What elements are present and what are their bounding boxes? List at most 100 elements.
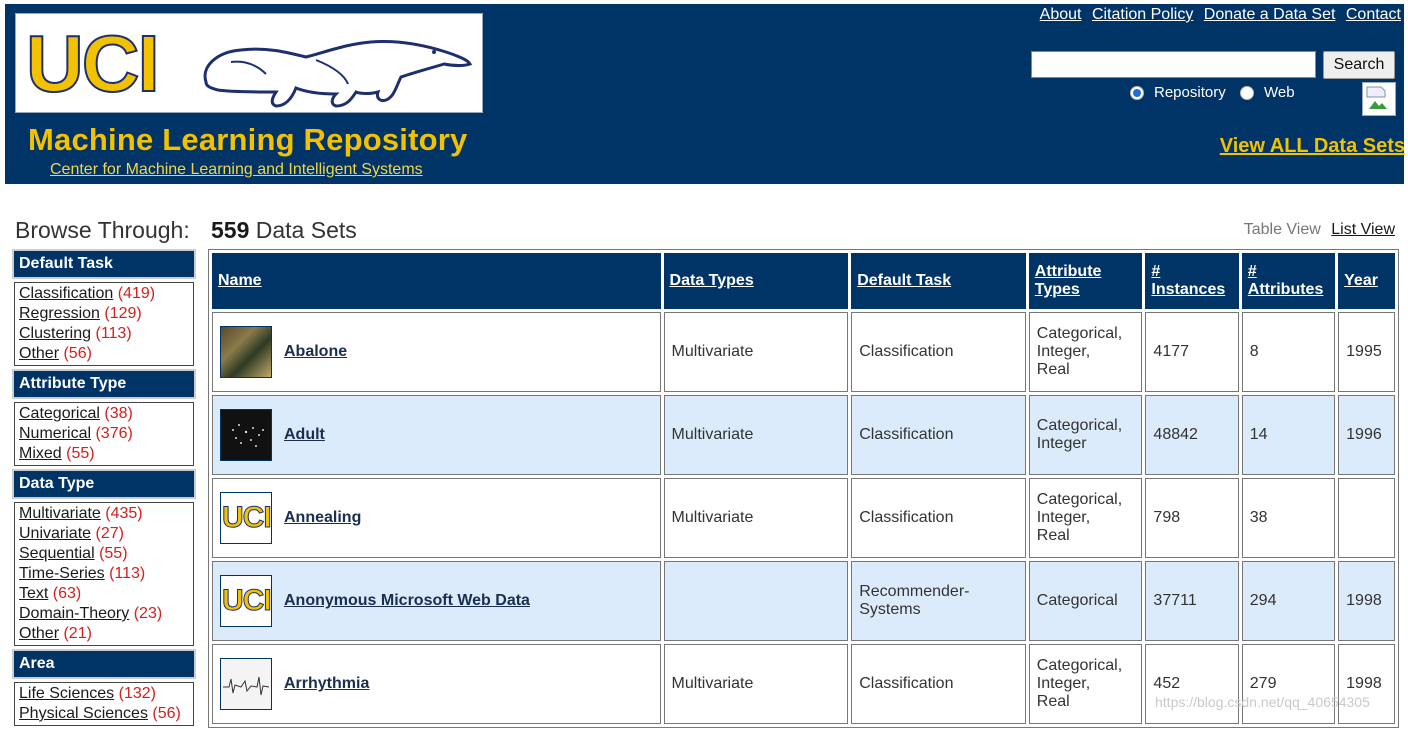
default-task-heading: Default Task xyxy=(12,249,196,279)
ecg-image-icon[interactable] xyxy=(220,658,272,710)
sidebar-link[interactable]: Other xyxy=(19,625,59,642)
sidebar-link[interactable]: Text xyxy=(19,585,48,602)
sort-data-types-link[interactable]: Data Types xyxy=(670,272,754,289)
sort-instances-link[interactable]: # Instances xyxy=(1151,263,1225,298)
view-all-datasets-link[interactable]: View ALL Data Sets xyxy=(1220,135,1405,158)
col-attributes[interactable]: # Attributes xyxy=(1241,253,1336,309)
contact-link[interactable]: Contact xyxy=(1346,6,1401,23)
dataset-count: 559 Data Sets xyxy=(211,217,357,244)
task-cell: Classification xyxy=(851,478,1026,558)
sidebar-link[interactable]: Domain-Theory xyxy=(19,605,129,622)
sidebar-item-time-series[interactable]: Time-Series (113) xyxy=(19,564,189,584)
attr-line: Real xyxy=(1036,361,1070,378)
sidebar-link[interactable]: Univariate xyxy=(19,525,91,542)
col-data-types[interactable]: Data Types xyxy=(663,253,849,309)
sidebar-item-physical-sciences[interactable]: Physical Sciences (56) xyxy=(19,704,189,724)
col-name[interactable]: Name xyxy=(212,253,661,309)
sidebar-item-regression[interactable]: Regression (129) xyxy=(19,304,189,324)
attr-line: Categorical, xyxy=(1036,657,1123,674)
sidebar-link[interactable]: Time-Series xyxy=(19,565,105,582)
search-input[interactable] xyxy=(1031,51,1316,78)
sidebar-item-mixed[interactable]: Mixed (55) xyxy=(19,444,189,464)
sidebar-item-other-type[interactable]: Other (21) xyxy=(19,624,189,644)
col-instances[interactable]: # Instances xyxy=(1145,253,1239,309)
item-count: (376) xyxy=(95,425,133,442)
sidebar-item-life-sciences[interactable]: Life Sciences (132) xyxy=(19,684,189,704)
uci-logo[interactable]: UCI xyxy=(15,13,483,113)
sidebar-item-text[interactable]: Text (63) xyxy=(19,584,189,604)
about-link[interactable]: About xyxy=(1040,6,1082,23)
sidebar-item-other-task[interactable]: Other (56) xyxy=(19,344,189,364)
radio-selected-icon[interactable] xyxy=(1130,85,1144,100)
donate-link[interactable]: Donate a Data Set xyxy=(1204,6,1336,23)
sidebar-item-numerical[interactable]: Numerical (376) xyxy=(19,424,189,444)
col-default-task[interactable]: Default Task xyxy=(851,253,1026,309)
sidebar-item-univariate[interactable]: Univariate (27) xyxy=(19,524,189,544)
item-count: (113) xyxy=(95,325,132,342)
sidebar-link[interactable]: Categorical xyxy=(19,405,100,422)
radio-repository-label: Repository xyxy=(1154,84,1226,101)
citation-policy-link[interactable]: Citation Policy xyxy=(1092,6,1193,23)
site-title: Machine Learning Repository xyxy=(28,122,468,157)
uci-logo-icon[interactable]: UCI xyxy=(220,575,272,627)
watermark: https://blog.csdn.net/qq_40654305 xyxy=(1155,694,1370,710)
radio-repository[interactable]: Repository xyxy=(1130,84,1226,101)
item-count: (129) xyxy=(104,305,142,322)
sidebar-item-domain-theory[interactable]: Domain-Theory (23) xyxy=(19,604,189,624)
sidebar-item-classification[interactable]: Classification (419) xyxy=(19,284,189,304)
sidebar-link[interactable]: Life Sciences xyxy=(19,685,114,702)
col-year[interactable]: Year xyxy=(1338,253,1395,309)
sidebar-link[interactable]: Mixed xyxy=(19,445,62,462)
header-line: # xyxy=(1151,263,1161,280)
adult-map-image-icon[interactable] xyxy=(220,409,272,461)
broken-image-icon[interactable] xyxy=(1362,82,1396,116)
sort-year-link[interactable]: Year xyxy=(1344,272,1378,289)
table-row: UCI Anonymous Microsoft Web Data Recommen… xyxy=(212,561,1395,641)
attribute-types-cell: Categorical, Integer xyxy=(1028,395,1143,475)
sidebar-link[interactable]: Physical Sciences xyxy=(19,705,148,722)
datasets-table-container: Name Data Types Default Task Attribute Ty… xyxy=(208,249,1399,728)
sidebar-item-multivariate[interactable]: Multivariate (435) xyxy=(19,504,189,524)
center-link[interactable]: Center for Machine Learning and Intellig… xyxy=(50,161,423,179)
sidebar-link[interactable]: Other xyxy=(19,345,59,362)
sidebar-link[interactable]: Clustering xyxy=(19,325,91,342)
radio-unselected-icon[interactable] xyxy=(1240,85,1254,100)
uci-logo-icon[interactable]: UCI xyxy=(220,492,272,544)
item-count: (55) xyxy=(99,545,128,562)
instances-cell: 37711 xyxy=(1145,561,1239,641)
list-view-link[interactable]: List View xyxy=(1331,221,1395,238)
sidebar-link[interactable]: Regression xyxy=(19,305,100,322)
sidebar-link[interactable]: Sequential xyxy=(19,545,95,562)
dataset-link[interactable]: Adult xyxy=(284,426,325,444)
sidebar-item-clustering[interactable]: Clustering (113) xyxy=(19,324,189,344)
sidebar-link[interactable]: Numerical xyxy=(19,425,91,442)
dataset-link[interactable]: Abalone xyxy=(284,343,347,361)
abalone-image-icon[interactable] xyxy=(220,326,272,378)
dataset-count-number: 559 xyxy=(211,217,250,243)
dataset-link[interactable]: Annealing xyxy=(284,509,361,527)
year-cell: 1998 xyxy=(1338,561,1395,641)
sort-default-task-link[interactable]: Default Task xyxy=(857,272,951,289)
attributes-cell: 14 xyxy=(1241,395,1336,475)
sort-attribute-types-link[interactable]: Attribute Types xyxy=(1035,263,1102,298)
radio-web[interactable]: Web xyxy=(1240,84,1295,101)
table-row: Abalone Multivariate Classification Cate… xyxy=(212,312,1395,392)
item-count: (435) xyxy=(105,505,143,522)
sidebar-item-categorical[interactable]: Categorical (38) xyxy=(19,404,189,424)
search-button[interactable]: Search xyxy=(1323,51,1395,79)
header-line: Attribute xyxy=(1034,263,1102,280)
attributes-cell: 294 xyxy=(1241,561,1336,641)
dataset-link[interactable]: Arrhythmia xyxy=(284,675,369,693)
sort-name-link[interactable]: Name xyxy=(218,272,262,289)
col-attribute-types[interactable]: Attribute Types xyxy=(1028,253,1143,309)
sidebar-link[interactable]: Multivariate xyxy=(19,505,101,522)
sort-attributes-link[interactable]: # Attributes xyxy=(1248,263,1324,298)
attribute-types-cell: Categorical, Integer, Real xyxy=(1028,478,1143,558)
item-count: (56) xyxy=(152,705,181,722)
browse-sidebar: Default Task Classification (419) Regres… xyxy=(12,249,196,729)
sidebar-link[interactable]: Classification xyxy=(19,285,113,302)
attr-line: Categorical, xyxy=(1036,417,1123,434)
attr-line: Integer xyxy=(1036,435,1087,452)
dataset-link[interactable]: Anonymous Microsoft Web Data xyxy=(284,592,530,610)
sidebar-item-sequential[interactable]: Sequential (55) xyxy=(19,544,189,564)
